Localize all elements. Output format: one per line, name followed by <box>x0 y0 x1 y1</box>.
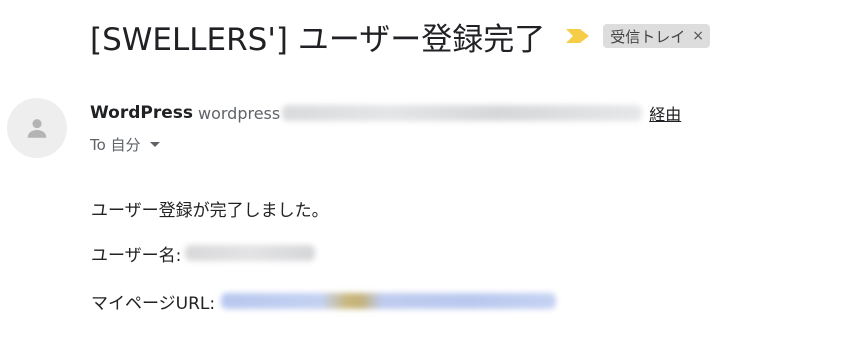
remove-label-icon[interactable]: × <box>692 28 704 44</box>
body-line-completion: ユーザー登録が完了しました。 <box>91 196 329 221</box>
via-link[interactable]: 経由 <box>649 101 681 125</box>
email-view: [SWELLERS'] ユーザー登録完了 受信トレイ × WordPress w… <box>0 0 861 364</box>
inbox-label-chip[interactable]: 受信トレイ × <box>603 24 710 48</box>
completion-message: ユーザー登録が完了しました。 <box>91 200 329 221</box>
email-subject: [SWELLERS'] ユーザー登録完了 <box>90 21 546 58</box>
person-icon <box>27 119 47 138</box>
sender-email-redacted <box>282 105 643 121</box>
body-line-username: ユーザー名: <box>91 241 316 266</box>
importance-marker-icon[interactable] <box>565 26 591 46</box>
recipient-text: To 自分 <box>90 135 141 154</box>
mypage-url-label: マイページURL: <box>91 293 216 314</box>
mypage-url-link-redacted[interactable] <box>221 293 557 309</box>
caret-down-icon <box>149 141 160 147</box>
sender-line: WordPress wordpress 経由 <box>90 101 681 125</box>
username-redacted <box>185 245 316 261</box>
sender-avatar[interactable] <box>7 98 67 158</box>
sender-email: wordpress <box>198 103 281 123</box>
username-label: ユーザー名: <box>91 245 182 266</box>
body-line-mypage-url: マイページURL: <box>91 289 557 314</box>
recipient-details-toggle[interactable]: To 自分 <box>90 133 160 155</box>
sender-name[interactable]: WordPress <box>90 103 193 123</box>
subject-row: [SWELLERS'] ユーザー登録完了 受信トレイ × <box>90 14 710 58</box>
inbox-label-text: 受信トレイ <box>610 27 686 46</box>
